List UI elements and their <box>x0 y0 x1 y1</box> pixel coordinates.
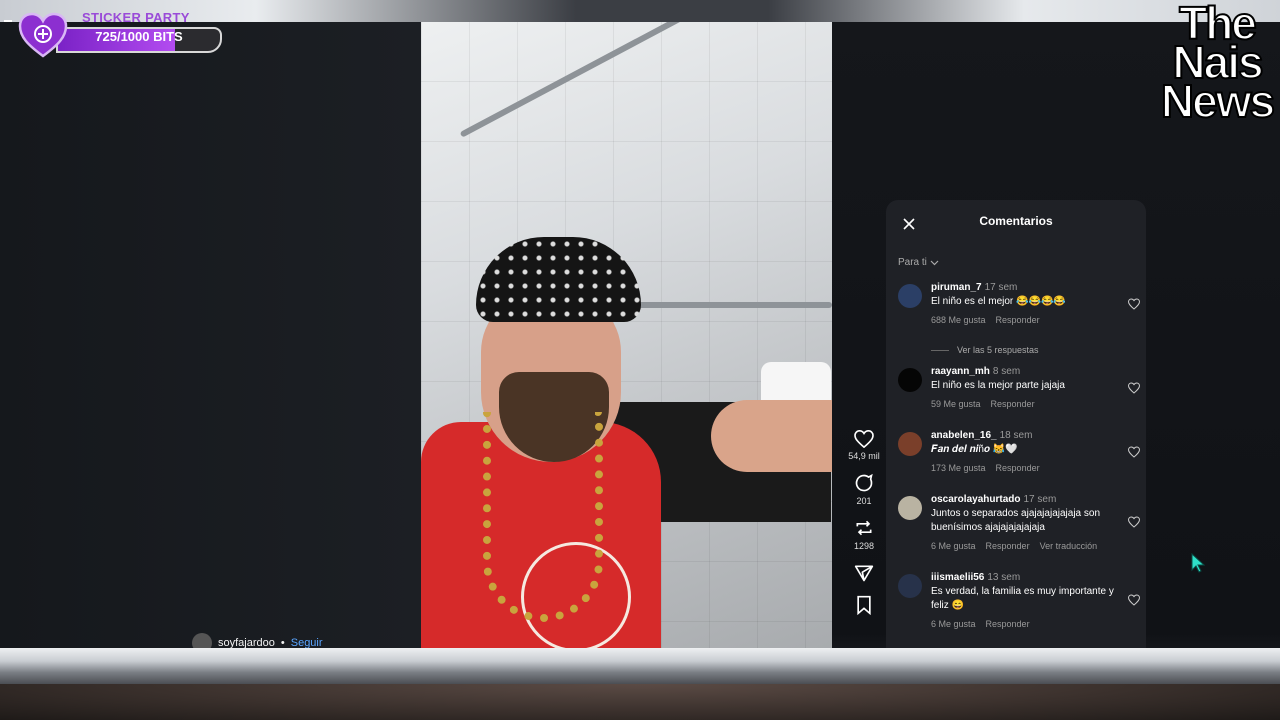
comment-likes: 6 Me gusta <box>931 619 976 629</box>
bookmark-icon <box>857 595 871 615</box>
comment-text: Juntos o separados ajajajajajajaja son b… <box>931 508 1101 533</box>
view-replies[interactable]: Ver las 5 respuestas <box>931 345 1039 355</box>
sort-label: Para ti <box>898 257 927 268</box>
comment-username[interactable]: piruman_7 <box>931 282 982 293</box>
pointing-arm <box>711 400 832 472</box>
replies-divider <box>931 349 949 351</box>
chevron-down-icon <box>930 260 939 265</box>
share-action[interactable] <box>854 563 874 583</box>
left-dark-panel <box>0 22 421 648</box>
share-icon <box>854 565 874 582</box>
plus-heart-icon <box>18 12 68 58</box>
heart-icon[interactable] <box>1128 382 1140 394</box>
comment-time: 17 sem <box>984 282 1018 293</box>
sticker-party-badge: 725/1000 BITS STICKER PARTY <box>0 4 230 58</box>
reply-button[interactable]: Responder <box>996 463 1040 473</box>
bits-counter: 725/1000 BITS <box>95 29 183 44</box>
comment-time: 17 sem <box>1023 494 1057 505</box>
like-action[interactable]: 54,9 mil <box>848 430 880 461</box>
heart-icon[interactable] <box>1128 594 1140 606</box>
comment-likes: 59 Me gusta <box>931 399 981 409</box>
commenter-avatar[interactable] <box>898 432 922 456</box>
comment-likes: 173 Me gusta <box>931 463 986 473</box>
comments-panel: Comentarios Para ti piruman_7 17 sem El n… <box>886 200 1146 648</box>
comments-title: Comentarios <box>979 214 1053 228</box>
badge-title: STICKER PARTY <box>82 10 190 25</box>
translate-button[interactable]: Ver traducción <box>1040 541 1098 551</box>
repost-icon <box>856 520 872 536</box>
cursor-icon <box>1191 553 1205 573</box>
comment-time: 8 sem <box>992 366 1021 377</box>
comment-text: 𝑭𝒂𝒏 𝒅𝒆𝒍 𝒏𝒊ñ𝒐 😹🤍 <box>931 444 1018 455</box>
view-replies-label: Ver las 5 respuestas <box>957 345 1039 355</box>
comment-action[interactable]: 201 <box>854 473 874 506</box>
reply-button[interactable]: Responder <box>986 619 1030 629</box>
reply-button[interactable]: Responder <box>986 541 1030 551</box>
comment-username[interactable]: raayann_mh <box>931 366 990 377</box>
comment-text: Es verdad, la familia es muy importante … <box>931 586 1114 611</box>
reel-video[interactable] <box>421 22 832 648</box>
heart-icon <box>854 430 874 448</box>
comment-count: 201 <box>856 496 872 506</box>
reply-button[interactable]: Responder <box>996 315 1040 325</box>
comment-username[interactable]: oscarolayahurtado <box>931 494 1020 505</box>
studio-floor <box>0 684 1280 720</box>
comment-username[interactable]: anabelen_16_ <box>931 430 997 441</box>
heart-icon[interactable] <box>1128 516 1140 528</box>
comment-likes: 6 Me gusta <box>931 541 976 551</box>
commenter-avatar[interactable] <box>898 574 922 598</box>
heart-icon[interactable] <box>1128 446 1140 458</box>
comment-text: El niño es la mejor parte jajaja <box>931 380 1065 391</box>
brand-logo: The Nais News <box>1154 0 1280 127</box>
save-action[interactable] <box>855 595 873 615</box>
commenter-avatar[interactable] <box>898 368 922 392</box>
repost-action[interactable]: 1298 <box>854 518 874 551</box>
action-column: 54,9 mil 201 1298 <box>840 430 888 627</box>
gold-chain <box>483 412 603 622</box>
comment-likes: 688 Me gusta <box>931 315 986 325</box>
sort-dropdown[interactable]: Para ti <box>898 257 939 268</box>
comment-username[interactable]: iiismaelii56 <box>931 572 984 583</box>
comment-text: El niño es el mejor 😂😂😂😂 <box>931 296 1066 307</box>
comment-time: 18 sem <box>999 430 1033 441</box>
repost-count: 1298 <box>853 541 875 551</box>
comment-time: 13 sem <box>987 572 1021 583</box>
like-count: 54,9 mil <box>848 451 880 461</box>
comment-icon <box>855 473 873 492</box>
brand-line-3: News <box>1160 75 1276 127</box>
heart-icon[interactable] <box>1128 298 1140 310</box>
commenter-avatar[interactable] <box>898 284 922 308</box>
commenter-avatar[interactable] <box>898 496 922 520</box>
reply-button[interactable]: Responder <box>991 399 1035 409</box>
bits-progress-bar: 725/1000 BITS <box>56 27 222 53</box>
stream-scene: soyfajardoo • Seguir 54,9 mil 201 1298 C… <box>0 0 1280 720</box>
